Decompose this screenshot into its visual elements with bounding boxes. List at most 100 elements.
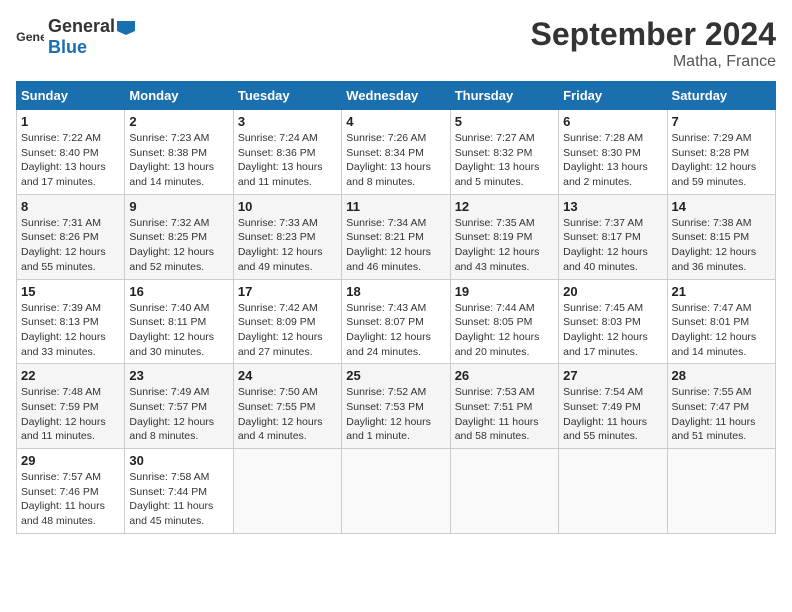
day-info: Sunrise: 7:43 AMSunset: 8:07 PMDaylight:… [346,301,445,360]
day-number: 10 [238,199,337,214]
col-tuesday: Tuesday [233,82,341,110]
day-number: 23 [129,368,228,383]
day-number: 26 [455,368,554,383]
day-number: 12 [455,199,554,214]
day-number: 3 [238,114,337,129]
day-info: Sunrise: 7:58 AMSunset: 7:44 PMDaylight:… [129,470,228,529]
table-row [450,449,558,534]
logo-arrow-icon [117,21,135,35]
day-number: 9 [129,199,228,214]
table-row: 5 Sunrise: 7:27 AMSunset: 8:32 PMDaylight… [450,110,558,195]
day-info: Sunrise: 7:24 AMSunset: 8:36 PMDaylight:… [238,131,337,190]
logo-text-blue: Blue [48,37,87,57]
day-info: Sunrise: 7:52 AMSunset: 7:53 PMDaylight:… [346,385,445,444]
day-info: Sunrise: 7:26 AMSunset: 8:34 PMDaylight:… [346,131,445,190]
table-row: 14 Sunrise: 7:38 AMSunset: 8:15 PMDayligh… [667,194,775,279]
table-row [342,449,450,534]
day-info: Sunrise: 7:28 AMSunset: 8:30 PMDaylight:… [563,131,662,190]
table-row: 28Sunrise: 7:55 AMSunset: 7:47 PMDayligh… [667,364,775,449]
day-info: Sunrise: 7:33 AMSunset: 8:23 PMDaylight:… [238,216,337,275]
day-info: Sunrise: 7:37 AMSunset: 8:17 PMDaylight:… [563,216,662,275]
table-row [233,449,341,534]
table-row: 20Sunrise: 7:45 AMSunset: 8:03 PMDayligh… [559,279,667,364]
col-friday: Friday [559,82,667,110]
calendar-week-row: 22 Sunrise: 7:48 AMSunset: 7:59 PMDayligh… [17,364,776,449]
day-number: 13 [563,199,662,214]
table-row: 9 Sunrise: 7:32 AMSunset: 8:25 PMDaylight… [125,194,233,279]
day-number: 8 [21,199,120,214]
calendar-week-row: 15 Sunrise: 7:39 AMSunset: 8:13 PMDayligh… [17,279,776,364]
day-info: Sunrise: 7:29 AMSunset: 8:28 PMDaylight:… [672,131,771,190]
day-number: 20 [563,284,662,299]
day-number: 5 [455,114,554,129]
table-row: 27 Sunrise: 7:54 AMSunset: 7:49 PMDayligh… [559,364,667,449]
day-info: Sunrise: 7:35 AMSunset: 8:19 PMDaylight:… [455,216,554,275]
table-row: 7 Sunrise: 7:29 AMSunset: 8:28 PMDaylight… [667,110,775,195]
table-row: 21 Sunrise: 7:47 AMSunset: 8:01 PMDayligh… [667,279,775,364]
day-number: 29 [21,453,120,468]
table-row: 26Sunrise: 7:53 AMSunset: 7:51 PMDayligh… [450,364,558,449]
day-number: 19 [455,284,554,299]
day-number: 7 [672,114,771,129]
logo-icon: General [16,27,44,47]
day-info: Sunrise: 7:34 AMSunset: 8:21 PMDaylight:… [346,216,445,275]
day-number: 27 [563,368,662,383]
day-info: Sunrise: 7:57 AMSunset: 7:46 PMDaylight:… [21,470,120,529]
day-info: Sunrise: 7:47 AMSunset: 8:01 PMDaylight:… [672,301,771,360]
day-number: 11 [346,199,445,214]
logo-text-general: General [48,16,115,36]
col-wednesday: Wednesday [342,82,450,110]
table-row: 16 Sunrise: 7:40 AMSunset: 8:11 PMDayligh… [125,279,233,364]
calendar-header-row: Sunday Monday Tuesday Wednesday Thursday… [17,82,776,110]
day-number: 2 [129,114,228,129]
day-info: Sunrise: 7:38 AMSunset: 8:15 PMDaylight:… [672,216,771,275]
table-row: 17 Sunrise: 7:42 AMSunset: 8:09 PMDayligh… [233,279,341,364]
table-row: 6 Sunrise: 7:28 AMSunset: 8:30 PMDaylight… [559,110,667,195]
month-title: September 2024 [531,16,776,53]
table-row: 1Sunrise: 7:22 AMSunset: 8:40 PMDaylight… [17,110,125,195]
day-info: Sunrise: 7:27 AMSunset: 8:32 PMDaylight:… [455,131,554,190]
day-info: Sunrise: 7:32 AMSunset: 8:25 PMDaylight:… [129,216,228,275]
day-number: 21 [672,284,771,299]
day-number: 6 [563,114,662,129]
calendar-week-row: 1Sunrise: 7:22 AMSunset: 8:40 PMDaylight… [17,110,776,195]
table-row: 18 Sunrise: 7:43 AMSunset: 8:07 PMDayligh… [342,279,450,364]
day-number: 18 [346,284,445,299]
day-info: Sunrise: 7:22 AMSunset: 8:40 PMDaylight:… [21,131,120,190]
day-info: Sunrise: 7:48 AMSunset: 7:59 PMDaylight:… [21,385,120,444]
day-info: Sunrise: 7:39 AMSunset: 8:13 PMDaylight:… [21,301,120,360]
day-info: Sunrise: 7:42 AMSunset: 8:09 PMDaylight:… [238,301,337,360]
day-info: Sunrise: 7:54 AMSunset: 7:49 PMDaylight:… [563,385,662,444]
col-monday: Monday [125,82,233,110]
calendar-table: Sunday Monday Tuesday Wednesday Thursday… [16,81,776,534]
svg-text:General: General [16,30,44,44]
day-info: Sunrise: 7:44 AMSunset: 8:05 PMDaylight:… [455,301,554,360]
day-number: 25 [346,368,445,383]
day-info: Sunrise: 7:40 AMSunset: 8:11 PMDaylight:… [129,301,228,360]
col-thursday: Thursday [450,82,558,110]
day-number: 4 [346,114,445,129]
table-row: 22 Sunrise: 7:48 AMSunset: 7:59 PMDayligh… [17,364,125,449]
day-number: 15 [21,284,120,299]
calendar-week-row: 29 Sunrise: 7:57 AMSunset: 7:46 PMDayligh… [17,449,776,534]
table-row: 8 Sunrise: 7:31 AMSunset: 8:26 PMDaylight… [17,194,125,279]
table-row: 25 Sunrise: 7:52 AMSunset: 7:53 PMDayligh… [342,364,450,449]
day-number: 17 [238,284,337,299]
day-number: 16 [129,284,228,299]
day-number: 14 [672,199,771,214]
table-row: 15 Sunrise: 7:39 AMSunset: 8:13 PMDayligh… [17,279,125,364]
calendar-week-row: 8 Sunrise: 7:31 AMSunset: 8:26 PMDaylight… [17,194,776,279]
logo: General General Blue [16,16,135,58]
table-row: 19 Sunrise: 7:44 AMSunset: 8:05 PMDayligh… [450,279,558,364]
day-number: 22 [21,368,120,383]
day-info: Sunrise: 7:50 AMSunset: 7:55 PMDaylight:… [238,385,337,444]
day-info: Sunrise: 7:49 AMSunset: 7:57 PMDaylight:… [129,385,228,444]
day-number: 30 [129,453,228,468]
table-row: 10 Sunrise: 7:33 AMSunset: 8:23 PMDayligh… [233,194,341,279]
col-saturday: Saturday [667,82,775,110]
table-row: 23 Sunrise: 7:49 AMSunset: 7:57 PMDayligh… [125,364,233,449]
day-info: Sunrise: 7:23 AMSunset: 8:38 PMDaylight:… [129,131,228,190]
table-row: 13 Sunrise: 7:37 AMSunset: 8:17 PMDayligh… [559,194,667,279]
day-info: Sunrise: 7:31 AMSunset: 8:26 PMDaylight:… [21,216,120,275]
table-row: 2 Sunrise: 7:23 AMSunset: 8:38 PMDaylight… [125,110,233,195]
